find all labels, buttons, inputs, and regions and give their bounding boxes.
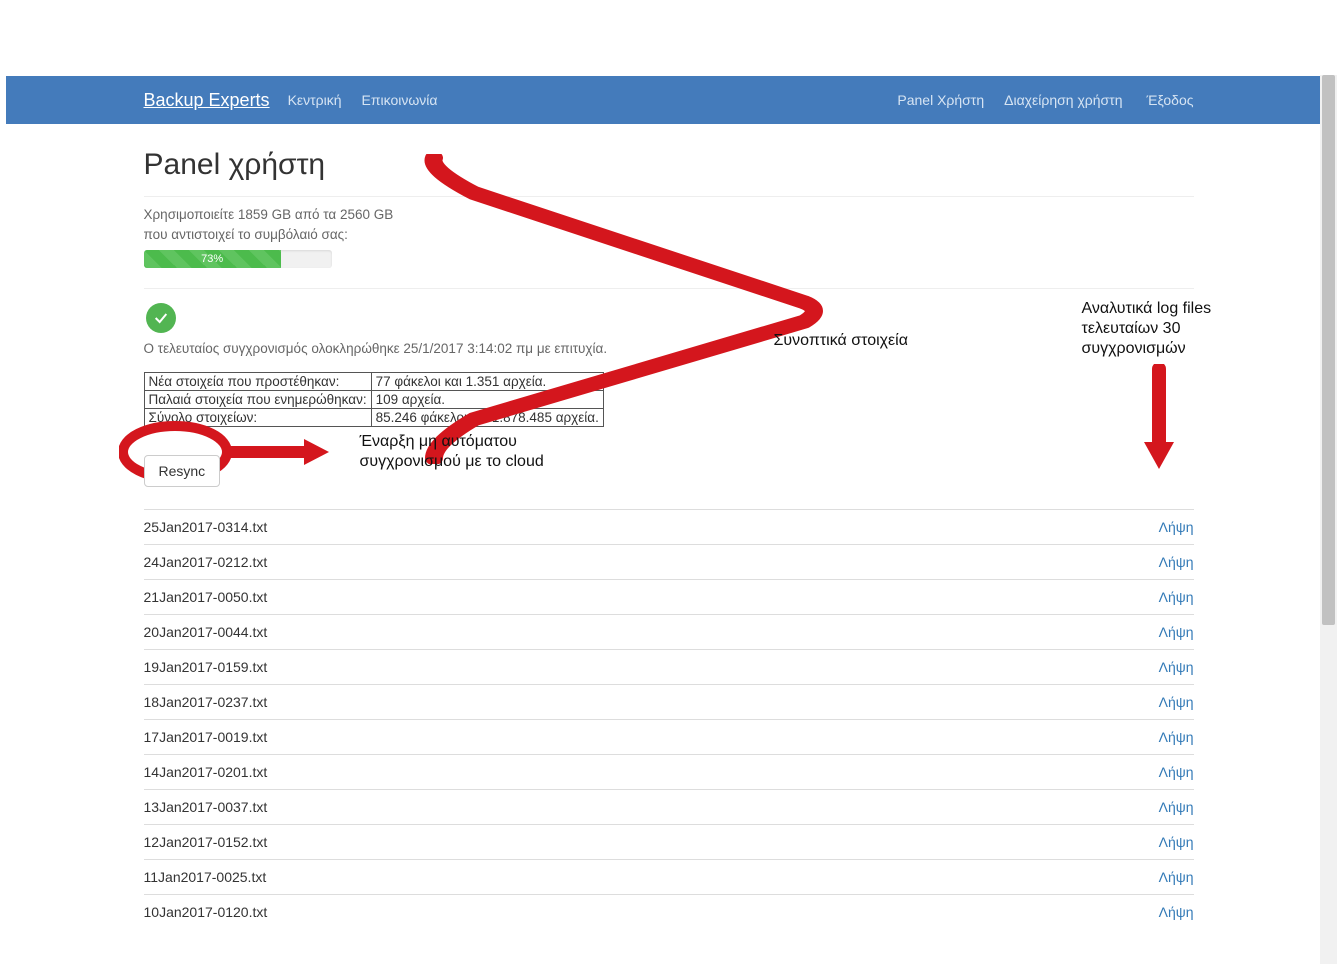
log-filename: 21Jan2017-0050.txt xyxy=(144,579,963,614)
log-download-link[interactable]: Λήψη xyxy=(1159,694,1194,710)
log-download-link[interactable]: Λήψη xyxy=(1159,869,1194,885)
scrollbar-thumb[interactable] xyxy=(1322,75,1335,625)
log-filename: 13Jan2017-0037.txt xyxy=(144,789,963,824)
log-file-list: 25Jan2017-0314.txtΛήψη24Jan2017-0212.txt… xyxy=(144,509,1194,929)
log-row: 18Jan2017-0237.txt Λήψη xyxy=(144,684,1194,719)
log-download-link[interactable]: Λήψη xyxy=(1159,519,1194,535)
resync-button[interactable]: Resync xyxy=(144,455,221,487)
usage-line1: Χρησιμοποιείτε 1859 GB από τα 2560 GB xyxy=(144,207,394,222)
nav-contact[interactable]: Επικοινωνία xyxy=(362,92,438,108)
log-filename: 19Jan2017-0159.txt xyxy=(144,649,963,684)
summary-label: Παλαιά στοιχεία που ενημερώθηκαν: xyxy=(144,390,371,408)
log-download-link[interactable]: Λήψη xyxy=(1159,799,1194,815)
log-filename: 12Jan2017-0152.txt xyxy=(144,824,963,859)
nav-central[interactable]: Κεντρική xyxy=(288,92,342,108)
log-download-link[interactable]: Λήψη xyxy=(1159,904,1194,920)
log-filename: 18Jan2017-0237.txt xyxy=(144,684,963,719)
log-filename: 10Jan2017-0120.txt xyxy=(144,894,963,929)
nav-logout[interactable]: Έξοδος xyxy=(1147,92,1194,108)
log-download-link[interactable]: Λήψη xyxy=(1159,659,1194,675)
log-row: 25Jan2017-0314.txt Λήψη xyxy=(144,509,1194,544)
log-row: 14Jan2017-0201.txt Λήψη xyxy=(144,754,1194,789)
log-row: 11Jan2017-0025.txt Λήψη xyxy=(144,859,1194,894)
log-filename: 24Jan2017-0212.txt xyxy=(144,544,963,579)
log-download-link[interactable]: Λήψη xyxy=(1159,624,1194,640)
log-download-link[interactable]: Λήψη xyxy=(1159,729,1194,745)
annotation-resync-label: Έναρξη μη αυτόματου συγχρονισμού με το c… xyxy=(360,432,570,472)
nav-manage-user[interactable]: Διαχείρηση χρήστη xyxy=(1004,92,1126,108)
log-row: 10Jan2017-0120.txt Λήψη xyxy=(144,894,1194,929)
log-row: 12Jan2017-0152.txt Λήψη xyxy=(144,824,1194,859)
annotation-arrow-summary xyxy=(414,154,834,464)
log-row: 24Jan2017-0212.txt Λήψη xyxy=(144,544,1194,579)
log-row: 21Jan2017-0050.txt Λήψη xyxy=(144,579,1194,614)
scrollbar-track[interactable] xyxy=(1320,75,1337,964)
summary-label: Νέα στοιχεία που προστέθηκαν: xyxy=(144,372,371,390)
log-row: 17Jan2017-0019.txt Λήψη xyxy=(144,719,1194,754)
log-row: 19Jan2017-0159.txt Λήψη xyxy=(144,649,1194,684)
log-download-link[interactable]: Λήψη xyxy=(1159,834,1194,850)
annotation-summary-label: Συνοπτικά στοιχεία xyxy=(774,331,908,351)
usage-line2: που αντιστοιχεί το συμβόλαιό σας: xyxy=(144,227,348,242)
annotation-logs-label: Αναλυτικά log files τελευταίων 30 συγχρο… xyxy=(1082,299,1272,359)
nav-panel-user[interactable]: Panel Χρήστη xyxy=(897,92,984,108)
usage-progress: 73% xyxy=(144,250,332,268)
log-row: 13Jan2017-0037.txt Λήψη xyxy=(144,789,1194,824)
annotation-logs-arrow xyxy=(1134,364,1184,474)
log-filename: 17Jan2017-0019.txt xyxy=(144,719,963,754)
log-row: 20Jan2017-0044.txt Λήψη xyxy=(144,614,1194,649)
usage-progress-bar: 73% xyxy=(144,250,281,268)
log-filename: 14Jan2017-0201.txt xyxy=(144,754,963,789)
log-filename: 20Jan2017-0044.txt xyxy=(144,614,963,649)
log-filename: 25Jan2017-0314.txt xyxy=(144,509,963,544)
log-download-link[interactable]: Λήψη xyxy=(1159,589,1194,605)
brand-link[interactable]: Backup Experts xyxy=(144,90,270,111)
status-success-icon xyxy=(146,303,176,333)
log-filename: 11Jan2017-0025.txt xyxy=(144,859,963,894)
log-download-link[interactable]: Λήψη xyxy=(1159,764,1194,780)
log-download-link[interactable]: Λήψη xyxy=(1159,554,1194,570)
navbar: Backup Experts Κεντρική Επικοινωνία Pane… xyxy=(6,76,1331,124)
